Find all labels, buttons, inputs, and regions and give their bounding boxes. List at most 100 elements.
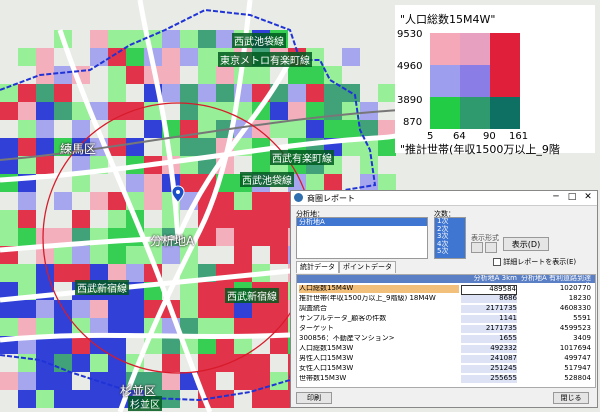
mesh-cell — [18, 120, 36, 138]
cell-value: 4599523 — [559, 324, 591, 332]
mesh-cell — [36, 318, 54, 336]
mesh-cell — [90, 48, 108, 66]
mesh-cell — [72, 210, 90, 228]
tab-stats[interactable]: 統計データ — [296, 261, 339, 273]
level-item[interactable]: 5次 — [435, 247, 465, 256]
table-row[interactable]: 人口総数15M4W 489584 1020770 — [297, 284, 595, 295]
mesh-cell — [18, 390, 36, 408]
mesh-cell — [144, 192, 162, 210]
mesh-cell — [198, 30, 216, 48]
table-row[interactable]: ターゲット 2171735 4599523 — [297, 324, 595, 333]
mesh-cell — [0, 372, 18, 390]
cell-value: 3409 — [573, 334, 591, 342]
cell-value: 2171735 — [461, 324, 517, 333]
mesh-cell — [18, 228, 36, 246]
bivariate-legend: "人口総数15M4W" 9530 4960 3890 870 5 64 90 1… — [395, 5, 595, 156]
mesh-cell — [18, 192, 36, 210]
table-row[interactable]: 人口総数15M3W 492332 1017694 — [297, 344, 595, 353]
mesh-cell — [90, 246, 108, 264]
cell-value: 8686 — [461, 294, 517, 303]
cell-value: 5591 — [573, 314, 591, 322]
mesh-cell — [54, 264, 72, 282]
mesh-cell — [126, 48, 144, 66]
close-button[interactable]: 閉じる — [553, 392, 589, 404]
tab-points[interactable]: ポイントデータ — [339, 261, 396, 273]
mesh-cell — [252, 192, 270, 210]
cell-value: 2171735 — [461, 304, 517, 313]
mesh-cell — [18, 48, 36, 66]
mesh-cell — [306, 66, 324, 84]
table-row[interactable]: 推計世帯(年収1500万以上_9階級) 18M4W 8686 18230 — [297, 294, 595, 303]
display-button[interactable]: 表示(D) — [503, 237, 549, 251]
mesh-cell — [162, 372, 180, 390]
maximize-button[interactable]: □ — [565, 192, 579, 202]
cell-value: 4608330 — [559, 304, 591, 312]
table-type-button[interactable] — [485, 242, 497, 253]
mesh-cell — [0, 138, 18, 156]
mesh-cell — [36, 300, 54, 318]
mesh-cell — [36, 390, 54, 408]
mesh-cell — [36, 138, 54, 156]
mesh-cell — [342, 48, 360, 66]
legend-swatch — [490, 33, 520, 65]
mesh-cell — [216, 66, 234, 84]
table-row[interactable]: サンプルデータ_顧客の件数 1141 5591 — [297, 314, 595, 323]
mesh-cell — [234, 246, 252, 264]
table-row[interactable]: 世帯数15M3W 255655 528804 — [297, 374, 595, 383]
level-listbox[interactable]: 1次 2次 3次 4次 5次 — [434, 217, 466, 259]
mesh-cell — [0, 318, 18, 336]
mesh-cell — [252, 354, 270, 372]
table-row[interactable]: 女性人口15M3W 251245 517947 — [297, 364, 595, 373]
legend-y-tick: 3890 — [397, 95, 423, 106]
table-row[interactable]: 300856：不動産マンション> 1655 3409 — [297, 334, 595, 343]
table-row[interactable]: 調査統合 2171735 4608330 — [297, 304, 595, 313]
legend-swatch — [430, 97, 460, 129]
mesh-cell — [126, 30, 144, 48]
area-listbox[interactable]: 分析地A — [296, 217, 428, 259]
cell-value: 1017694 — [559, 344, 591, 352]
minimize-button[interactable]: ─ — [549, 192, 563, 202]
mesh-cell — [126, 174, 144, 192]
col-header[interactable]: 分析地A 3km — [461, 275, 517, 283]
row-label: 調査統合 — [299, 305, 327, 312]
mesh-cell — [270, 210, 288, 228]
window-title: 商圏レポート — [307, 194, 355, 203]
mesh-cell — [108, 84, 126, 102]
chart-type-button[interactable] — [471, 242, 483, 253]
data-grid[interactable]: 分析地A 3km 分析地A 有利道路到達15分 人口総数15M4W 489584 1… — [296, 274, 596, 388]
mesh-cell — [198, 138, 216, 156]
mesh-cell — [216, 318, 234, 336]
close-icon[interactable]: ✕ — [581, 192, 595, 202]
legend-swatch — [460, 65, 490, 97]
legend-x-title: "推計世帯(年収1500万以上_9階 — [400, 143, 560, 156]
print-button[interactable]: 印刷 — [296, 392, 332, 404]
mesh-cell — [90, 354, 108, 372]
mesh-cell — [162, 66, 180, 84]
mesh-cell — [378, 84, 396, 102]
cell-value: 241087 — [461, 354, 517, 363]
legend-swatch — [490, 97, 520, 129]
rail-tag: 西武新宿線 — [75, 280, 129, 295]
detail-report-checkbox[interactable]: 詳細レポートを表示(E) — [493, 257, 576, 267]
table-row[interactable]: 男性人口15M3W 241087 499747 — [297, 354, 595, 363]
mesh-cell — [54, 336, 72, 354]
mesh-cell — [324, 120, 342, 138]
mesh-cell — [126, 102, 144, 120]
mesh-cell — [198, 300, 216, 318]
mesh-cell — [162, 336, 180, 354]
mesh-cell — [180, 300, 198, 318]
mesh-cell — [162, 354, 180, 372]
mesh-cell — [306, 84, 324, 102]
row-label: 推計世帯(年収1500万以上_9階級) 18M4W — [299, 295, 436, 302]
mesh-cell — [234, 192, 252, 210]
mesh-cell — [180, 48, 198, 66]
mesh-cell — [36, 264, 54, 282]
mesh-cell — [54, 246, 72, 264]
area-list-item[interactable]: 分析地A — [297, 218, 427, 226]
rail-tag: 西武池袋線 — [232, 33, 286, 48]
row-label: 人口総数15M3W — [299, 345, 354, 352]
mesh-cell — [180, 282, 198, 300]
app-icon — [294, 193, 303, 202]
window-titlebar[interactable]: 商圏レポート ─ □ ✕ — [291, 191, 597, 206]
mesh-cell — [252, 228, 270, 246]
